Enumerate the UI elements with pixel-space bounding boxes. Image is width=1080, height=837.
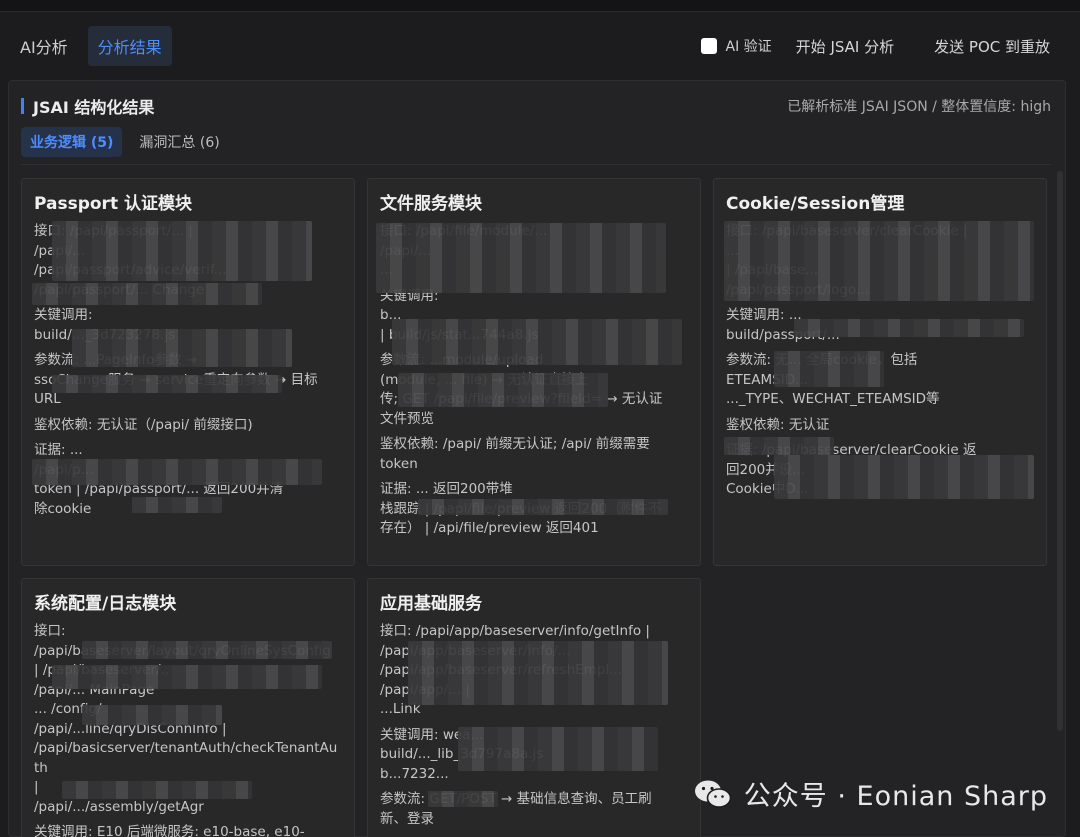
card-title: 文件服务模块: [380, 194, 482, 214]
redaction: [376, 223, 666, 293]
card-grid: Passport 认证模块 接口: /papi/passport/... |/p…: [21, 178, 1047, 837]
ai-verify-label: AI 验证: [725, 39, 772, 55]
card-field-line: 新、登录: [380, 810, 434, 827]
subtab-vulnerability-summary[interactable]: 漏洞汇总 (6): [130, 127, 228, 157]
card-field-line: 关键调用: E10 后端微服务: e10-base, e10-: [34, 824, 305, 837]
wechat-icon: [694, 780, 732, 808]
redaction: [82, 705, 222, 725]
card-field: 关键调用: E10 后端微服务: e10-base, e10-core-busi…: [34, 823, 342, 837]
card-title: Cookie/Session管理: [726, 194, 905, 214]
header: AI分析 分析结果 AI 验证 开始 JSAI 分析 发送 POC 到重放: [0, 12, 1080, 80]
card-field-line: 鉴权依赖: 无认证: [726, 416, 830, 433]
card-field-line: /papi/.../assembly/getAgr: [34, 798, 204, 815]
redaction: [32, 283, 262, 305]
card-file-service: 文件服务模块 接口: /papi/file/module/.../papi/..…: [367, 178, 701, 566]
card-app-base-service: 应用基础服务 接口: /papi/app/baseserver/info/get…: [367, 578, 701, 837]
redaction: [724, 437, 834, 455]
card-field-line: /papi/basicserver/tenantAuth/checkTenant…: [34, 740, 338, 776]
card-cookie-session: Cookie/Session管理 接口: /papi/baseserver/cl…: [713, 178, 1047, 566]
tab-analysis-results[interactable]: 分析结果: [87, 26, 172, 66]
card-field-line: 文件预览: [380, 410, 434, 427]
result-subtabs: 业务逻辑 (5) 漏洞汇总 (6): [21, 127, 237, 157]
redaction: [132, 497, 222, 513]
card-field-line: ..._TYPE、WECHAT_ETEAMSID等: [726, 391, 940, 407]
card-field-line: 参数流: GET/POST → 基础信息查询、员工刷: [380, 791, 652, 807]
watermark: 公众号 · Eonian Sharp: [694, 774, 1048, 813]
divider: [21, 164, 1051, 165]
card-field-line: token: [380, 455, 418, 472]
card-title: Passport 认证模块: [34, 194, 192, 214]
panel-title: JSAI 结构化结果: [33, 98, 155, 117]
redaction: [774, 351, 884, 387]
card-field-line: 鉴权依赖: /papi/ 前缀无认证; /api/ 前缀需要: [380, 436, 650, 452]
card-field-line: 证据: ... 返回200带堆: [380, 481, 513, 497]
card-passport: Passport 认证模块 接口: /papi/passport/... |/p…: [21, 178, 355, 566]
card-field-line: 证据: ...: [34, 442, 83, 458]
ai-verify-toggle[interactable]: AI 验证: [700, 36, 772, 56]
top-strip: [0, 0, 1080, 12]
header-actions: AI 验证 开始 JSAI 分析 发送 POC 到重放: [700, 36, 1062, 57]
redaction: [418, 499, 668, 515]
card-field: 鉴权依赖: 无认证（/papi/ 前缀接口): [34, 416, 342, 436]
redaction: [52, 375, 282, 393]
card-field: 参数流: GET/POST → 基础信息查询、员工刷 新、登录: [380, 790, 688, 829]
parse-status: 已解析标准 JSAI JSON / 整体置信度: high: [787, 99, 1051, 115]
redaction: [398, 373, 608, 407]
redaction: [724, 221, 1034, 301]
tab-ai-analysis[interactable]: AI分析: [18, 26, 78, 66]
panel-header: JSAI 结构化结果 已解析标准 JSAI JSON / 整体置信度: high: [21, 93, 1051, 119]
redaction: [774, 455, 1034, 499]
redaction: [72, 329, 292, 367]
card-title: 系统配置/日志模块: [34, 594, 177, 614]
card-field-line: 接口: /papi/app/baseserver/info/getInfo |: [380, 623, 650, 639]
start-jsai-analysis-button[interactable]: 开始 JSAI 分析: [796, 36, 894, 57]
redaction: [52, 665, 322, 689]
card-title: 应用基础服务: [380, 594, 482, 614]
card-field-line: 存在） | /api/file/preview 返回401: [380, 520, 599, 536]
redaction: [458, 727, 658, 771]
card-field-line: 关键调用:: [34, 307, 93, 323]
card-field: 鉴权依赖: /papi/ 前缀无认证; /api/ 前缀需要 token: [380, 435, 688, 474]
ai-verify-checkbox[interactable]: [700, 38, 717, 54]
redaction: [428, 791, 498, 807]
send-poc-replay-button[interactable]: 发送 POC 到重放: [934, 36, 1050, 57]
scrollbar[interactable]: [1057, 171, 1063, 731]
subtab-business-logic[interactable]: 业务逻辑 (5): [21, 127, 123, 157]
redaction: [62, 781, 252, 799]
card-field: 鉴权依赖: 无认证: [726, 416, 1034, 436]
watermark-text: 公众号 · Eonian Sharp: [743, 781, 1048, 812]
redaction: [82, 641, 332, 659]
redaction: [52, 221, 312, 281]
card-system-config-log: 系统配置/日志模块 接口:/papi/baseserver/layout/qry…: [21, 578, 355, 837]
redaction: [392, 319, 682, 365]
jsai-results-panel: JSAI 结构化结果 已解析标准 JSAI JSON / 整体置信度: high…: [8, 80, 1066, 837]
card-field-line: 接口:: [34, 623, 66, 639]
card-field-line: 鉴权依赖: 无认证（/papi/ 前缀接口): [34, 416, 253, 433]
redaction: [408, 641, 668, 705]
title-accent-bar: [21, 98, 24, 114]
redaction: [32, 459, 322, 485]
redaction: [794, 319, 1024, 337]
